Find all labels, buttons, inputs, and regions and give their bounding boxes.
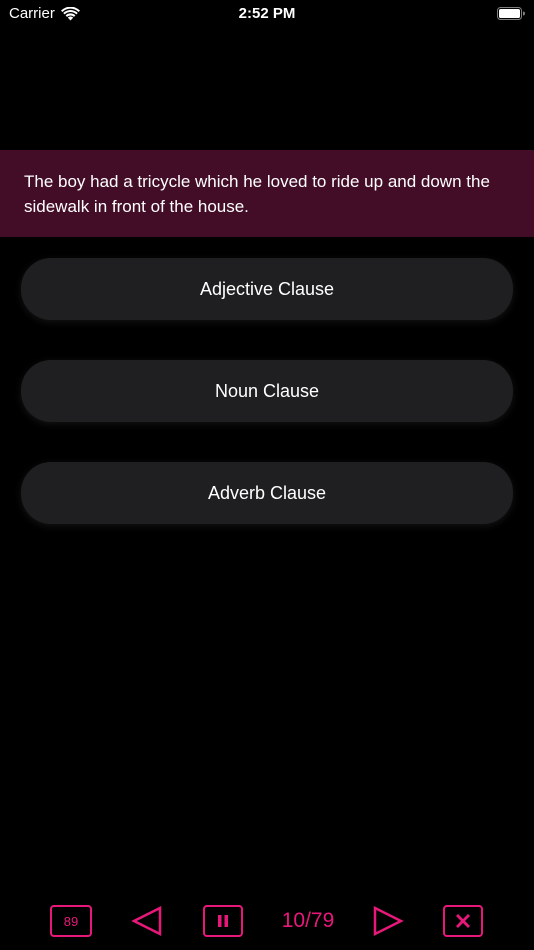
pause-icon [218, 915, 228, 927]
bottom-toolbar: 89 10/79 [0, 900, 534, 942]
progress-counter: 10/79 [281, 909, 335, 932]
next-icon [373, 906, 404, 936]
answer-button-noun-clause[interactable]: Noun Clause [21, 360, 513, 422]
close-button[interactable] [443, 905, 483, 937]
answer-button-adverb-clause[interactable]: Adverb Clause [21, 462, 513, 524]
pause-button[interactable] [203, 905, 243, 937]
previous-button[interactable] [129, 900, 165, 942]
battery-icon [497, 7, 525, 20]
previous-icon [131, 906, 162, 936]
status-time: 2:52 PM [238, 5, 296, 22]
next-button[interactable] [370, 900, 406, 942]
answer-button-adjective-clause[interactable]: Adjective Clause [21, 258, 513, 320]
question-count-button[interactable]: 89 [50, 905, 92, 937]
status-bar: Carrier 2:52 PM [0, 0, 534, 30]
close-icon [456, 914, 470, 928]
question-count-label: 89 [63, 913, 79, 929]
question-text: The boy had a tricycle which he loved to… [0, 150, 534, 237]
